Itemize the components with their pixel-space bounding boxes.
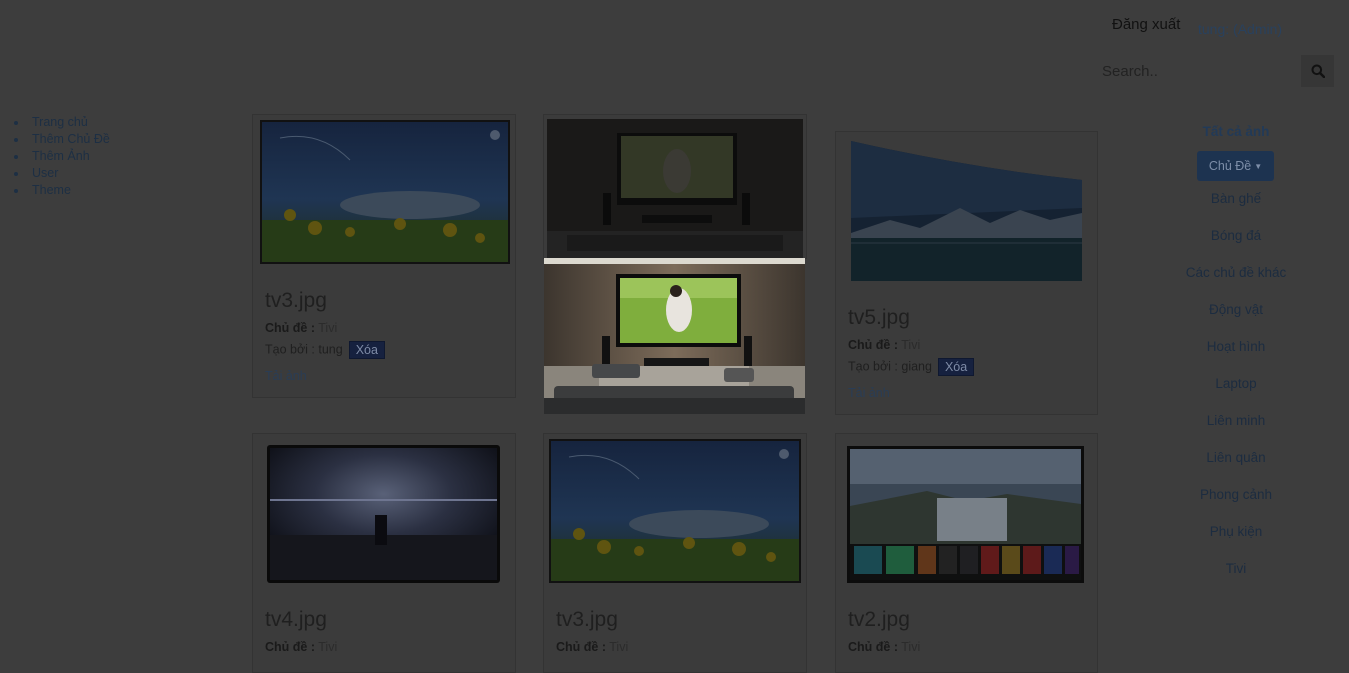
- current-user-link[interactable]: tung: (Admin): [1198, 21, 1282, 37]
- search-button[interactable]: [1301, 55, 1334, 87]
- topic-item[interactable]: Liên minh: [1176, 413, 1296, 428]
- card-image[interactable]: [549, 439, 801, 583]
- nav-item-add-topic[interactable]: Thêm Chủ Đề: [12, 131, 110, 148]
- topic-value: Tivi: [901, 338, 921, 352]
- card-image[interactable]: [260, 120, 510, 264]
- enlarged-image-preview[interactable]: [544, 258, 805, 414]
- logout-link[interactable]: Đăng xuất: [1112, 16, 1180, 33]
- nav-item-theme[interactable]: Theme: [12, 182, 110, 199]
- topic-item[interactable]: Phong cảnh: [1176, 487, 1296, 502]
- card-title: tv4.jpg: [265, 608, 327, 631]
- caret-down-icon: ▼: [1254, 161, 1263, 171]
- nav-item-add-image[interactable]: Thêm Ảnh: [12, 148, 110, 165]
- creator-value: giang: [901, 359, 932, 374]
- topic-label: Chủ đề :: [265, 640, 315, 654]
- topic-item[interactable]: Các chủ đề khác: [1176, 265, 1296, 280]
- topic-dropdown[interactable]: Chủ Đề ▼: [1197, 151, 1274, 181]
- topic-item[interactable]: Laptop: [1176, 376, 1296, 391]
- topic-item[interactable]: Bóng đá: [1176, 228, 1296, 243]
- topic-item[interactable]: Liên quân: [1176, 450, 1296, 465]
- search-icon: [1311, 64, 1325, 78]
- image-card: tv4.jpg Chủ đề : Tivi: [252, 433, 516, 673]
- card-topic: Chủ đề : Tivi: [848, 338, 920, 352]
- delete-button[interactable]: Xóa: [937, 358, 975, 376]
- topic-label: Chủ đề :: [265, 321, 315, 335]
- topic-dropdown-label: Chủ Đề: [1208, 159, 1252, 173]
- created-by-label: Tạo bởi :: [848, 359, 898, 374]
- download-link[interactable]: Tải ảnh: [848, 386, 890, 400]
- card-title: tv2.jpg: [848, 608, 910, 631]
- topic-label: Chủ đề :: [848, 338, 898, 352]
- image-card: tv5.jpg Chủ đề : Tivi Tạo bởi : giang Xóa…: [835, 131, 1098, 415]
- topic-item[interactable]: Động vật: [1176, 302, 1296, 317]
- card-topic: Chủ đề : Tivi: [848, 640, 920, 654]
- topic-value: Tivi: [318, 321, 338, 335]
- topic-item[interactable]: Bàn ghế: [1176, 191, 1296, 206]
- image-card: [543, 114, 807, 259]
- image-card: tv2.jpg Chủ đề : Tivi: [835, 433, 1098, 673]
- card-title: tv3.jpg: [556, 608, 618, 631]
- created-by-label: Tạo bởi :: [265, 342, 315, 357]
- card-topic: Chủ đề : Tivi: [265, 321, 337, 335]
- image-card: tv3.jpg Chủ đề : Tivi Tạo bởi : tung Xóa …: [252, 114, 516, 398]
- topic-item[interactable]: Hoạt hình: [1176, 339, 1296, 354]
- card-image[interactable]: [847, 446, 1084, 583]
- card-topic: Chủ đề : Tivi: [556, 640, 628, 654]
- creator-value: tung: [318, 342, 343, 357]
- card-creator: Tạo bởi : giang Xóa: [848, 358, 975, 376]
- card-image[interactable]: [547, 119, 803, 259]
- topic-label: Chủ đề :: [848, 640, 898, 654]
- card-image[interactable]: [850, 138, 1084, 282]
- topic-item[interactable]: Phụ kiện: [1176, 524, 1296, 539]
- topic-value: Tivi: [901, 640, 921, 654]
- delete-button[interactable]: Xóa: [348, 341, 385, 359]
- left-nav: Trang chủ Thêm Chủ Đề Thêm Ảnh User Them…: [12, 114, 110, 199]
- topic-label: Chủ đề :: [556, 640, 606, 654]
- card-title: tv3.jpg: [265, 289, 327, 312]
- topic-value: Tivi: [318, 640, 338, 654]
- card-creator: Tạo bởi : tung Xóa: [265, 341, 385, 359]
- search-input[interactable]: [1092, 55, 1300, 87]
- topic-value: Tivi: [609, 640, 629, 654]
- image-card: tv3.jpg Chủ đề : Tivi: [543, 433, 807, 673]
- card-topic: Chủ đề : Tivi: [265, 640, 337, 654]
- download-link[interactable]: Tải ảnh: [265, 369, 307, 383]
- card-image[interactable]: [267, 445, 500, 583]
- nav-item-user[interactable]: User: [12, 165, 110, 182]
- all-images-link[interactable]: Tất cả ảnh: [1176, 124, 1296, 139]
- topic-item[interactable]: Tivi: [1176, 561, 1296, 576]
- nav-item-home[interactable]: Trang chủ: [12, 114, 110, 131]
- card-title: tv5.jpg: [848, 306, 910, 329]
